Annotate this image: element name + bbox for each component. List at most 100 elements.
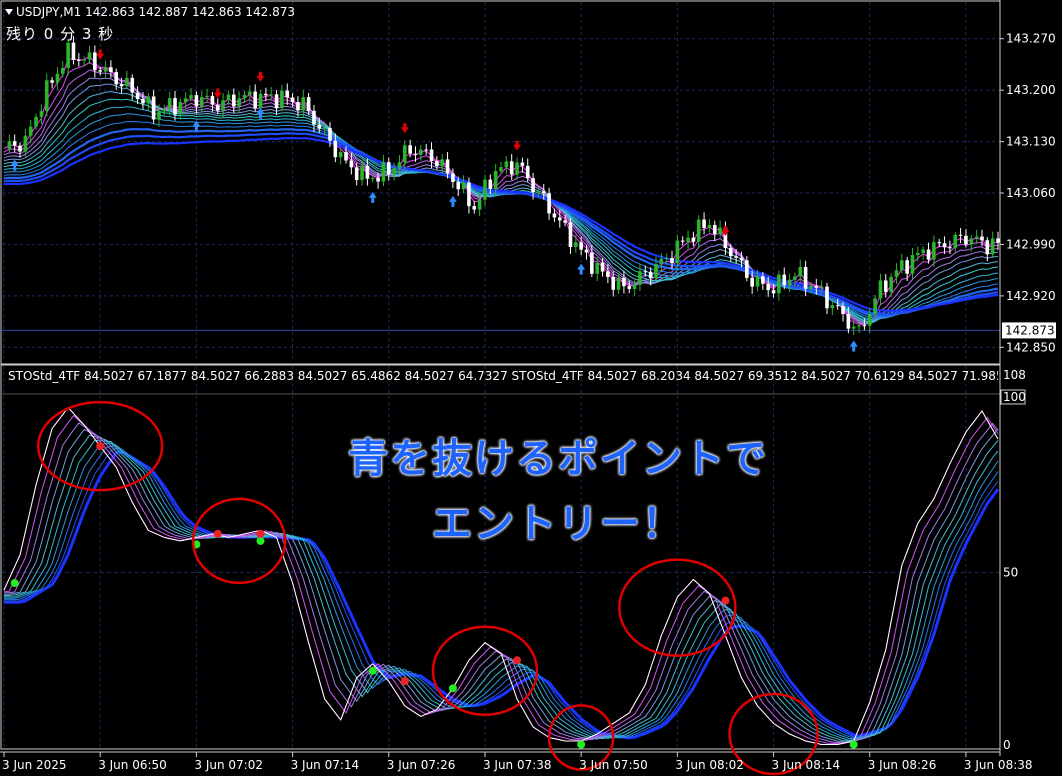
candle-body <box>199 97 204 107</box>
candle-body <box>825 286 829 309</box>
candle-body <box>317 124 322 129</box>
candle-body <box>456 181 461 190</box>
up-arrow-icon <box>849 340 858 352</box>
candle-body <box>253 91 257 109</box>
candle-body <box>135 92 140 100</box>
candle-body <box>702 219 706 228</box>
candle-body <box>365 165 370 179</box>
candle-body <box>34 116 38 127</box>
price-moving-average <box>3 83 999 325</box>
time-tick-label: 3 Jun 08:26 <box>868 758 937 772</box>
sell-signal-dot <box>721 596 730 605</box>
candle-body <box>622 277 626 287</box>
candle-body <box>258 93 263 109</box>
candle-body <box>547 193 551 214</box>
candle-body <box>531 178 535 193</box>
candle-body <box>643 271 648 273</box>
symbol-dropdown-icon[interactable] <box>5 9 13 15</box>
candle-body <box>905 260 909 274</box>
price-moving-average <box>3 128 999 317</box>
candle-body <box>328 128 332 141</box>
candle-body <box>883 280 888 292</box>
candle-body <box>739 257 744 261</box>
candle-body <box>178 102 183 115</box>
time-tick-label: 3 Jun 07:14 <box>291 758 360 772</box>
candle-body <box>109 67 113 73</box>
candle-body <box>766 283 771 291</box>
candle-body <box>445 159 450 174</box>
candle-body <box>77 59 81 61</box>
osc-tick-label: 50 <box>1003 566 1018 580</box>
candle-body <box>429 149 434 162</box>
buy-signal-dot <box>849 740 858 749</box>
candle-body <box>189 95 193 99</box>
candle-body <box>654 264 658 279</box>
down-arrow-icon <box>400 123 409 134</box>
buy-signal-dot <box>448 684 457 693</box>
candle-body <box>611 276 616 290</box>
candle-body <box>761 276 765 284</box>
candle-body <box>771 290 776 294</box>
candle-body <box>557 217 562 221</box>
current-price-label: 142.873 <box>1005 323 1055 337</box>
candle-body <box>12 141 17 146</box>
price-ribbon <box>3 55 999 326</box>
candle-body <box>290 97 295 103</box>
candle-body <box>18 145 22 152</box>
candle-body <box>948 247 952 249</box>
candle-body <box>659 258 664 265</box>
candle-body <box>183 98 188 103</box>
price-moving-average <box>3 106 999 321</box>
osc-tick-label: 108 <box>1003 368 1026 382</box>
candle-body <box>793 276 797 280</box>
candle-body <box>996 238 1000 243</box>
candle-body <box>520 162 525 166</box>
time-tick-label: 3 Jun 08:38 <box>964 758 1033 772</box>
candle-body <box>515 162 519 175</box>
candle-body <box>590 252 594 274</box>
candle-body <box>130 77 135 93</box>
candle-body <box>205 95 209 98</box>
price-moving-average <box>3 113 999 320</box>
indicator-values: STOStd_4TF 84.5027 67.1877 84.5027 66.28… <box>8 369 998 383</box>
down-arrow-icon <box>256 71 265 82</box>
candle-body <box>280 90 284 109</box>
candle-body <box>974 236 979 239</box>
candle-body <box>237 98 241 107</box>
sell-signal-dot <box>400 677 409 686</box>
candle-body <box>28 126 33 136</box>
candle-body <box>248 91 252 95</box>
candle-body <box>867 314 872 326</box>
chart-area: 143.270 143.200 143.130 143.060 142.990 142.9… <box>0 0 1056 776</box>
candle-body <box>916 252 920 256</box>
candle-body <box>242 94 247 99</box>
candle-body <box>435 161 439 167</box>
candle-body <box>381 162 386 182</box>
candle-body <box>958 234 963 236</box>
time-tick-label: 3 Jun 08:14 <box>772 758 841 772</box>
price-tick-label: 143.130 <box>1006 135 1056 149</box>
sell-signal-dot <box>213 529 222 538</box>
x-axis-labels: 3 Jun 2025 3 Jun 06:50 3 Jun 07:02 3 Jun 07… <box>2 752 1033 772</box>
candle-body <box>269 94 274 96</box>
candle-body <box>349 160 354 168</box>
candle-body <box>509 161 514 175</box>
symbol-price-info: USDJPY,M1 142.863 142.887 142.863 142.87… <box>16 5 296 19</box>
candle-body <box>894 270 899 277</box>
candle-body <box>664 258 669 260</box>
candle-body <box>472 206 477 210</box>
candle-body <box>210 95 215 105</box>
sell-signal-dot <box>96 442 105 451</box>
candle-body <box>285 90 290 98</box>
candle-body <box>451 173 455 182</box>
candle-body <box>301 97 306 111</box>
candle-body <box>910 255 915 274</box>
candle-body <box>525 165 530 179</box>
candle-body <box>408 145 412 154</box>
candle-body <box>980 236 984 241</box>
candle-body <box>536 191 541 193</box>
candle-body <box>707 224 712 228</box>
candle-body <box>568 222 573 247</box>
candle-body <box>691 237 696 242</box>
candle-body <box>563 220 567 223</box>
